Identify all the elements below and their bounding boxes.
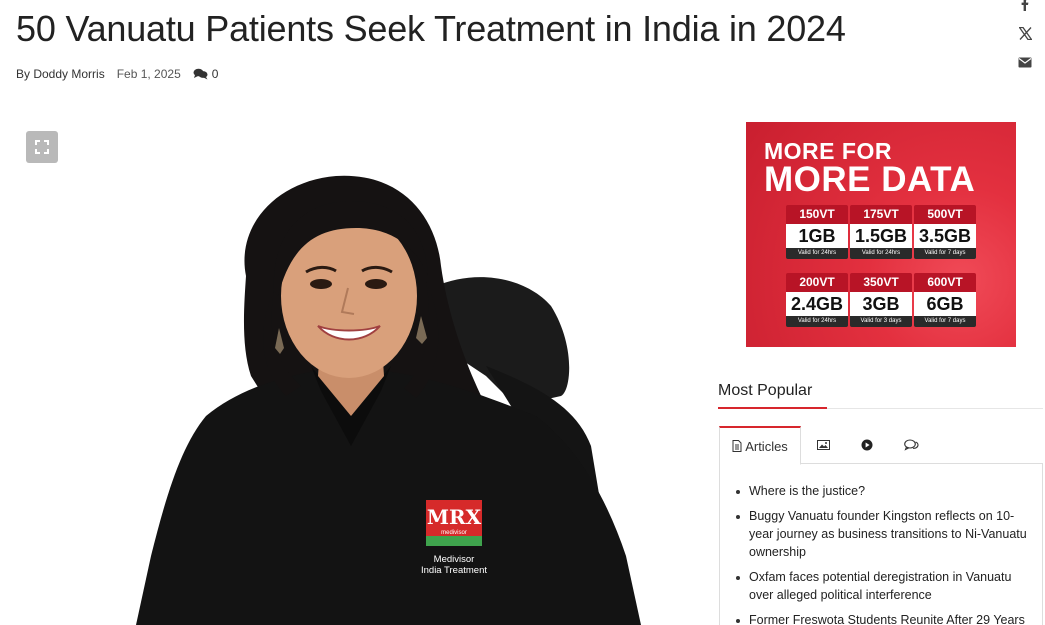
ad-plan-price: 350VT [850,273,912,292]
ad-plan: 500VT 3.5GB Valid for 7 days [914,205,976,264]
ad-plan-data: 2.4GB [786,292,848,316]
tab-videos[interactable] [845,426,889,464]
most-popular-list: Where is the justice? Buggy Vanuatu foun… [720,464,1042,625]
publish-date: Feb 1, 2025 [116,67,181,81]
tab-articles-label: Articles [745,438,788,454]
expand-icon [35,140,49,154]
play-icon [861,439,873,451]
document-icon [732,440,742,452]
heading-divider [718,407,1043,409]
most-popular-list-panel: Where is the justice? Buggy Vanuatu foun… [719,464,1043,625]
ad-plan: 600VT 6GB Valid for 7 days [914,273,976,332]
list-item[interactable]: Buggy Vanuatu founder Kingston reflects … [736,507,1028,561]
comments-link[interactable]: 0 [193,67,219,81]
most-popular-heading: Most Popular [718,382,813,399]
ad-plan-price: 150VT [786,205,848,224]
list-item[interactable]: Oxfam faces potential deregistration in … [736,568,1028,604]
comment-count: 0 [211,67,219,81]
ad-plan: 200VT 2.4GB Valid for 24hrs [786,273,848,332]
advertisement-banner[interactable]: MORE FOR MORE DATA 150VT 1GB Valid for 2… [746,122,1016,347]
tab-comments[interactable] [889,426,933,464]
ad-plan: 175VT 1.5GB Valid for 24hrs [850,205,912,264]
heading-accent-bar [718,407,827,409]
ad-plan-data: 3.5GB [914,224,976,248]
ad-plan-price: 200VT [786,273,848,292]
tab-articles[interactable]: Articles [719,426,801,465]
tab-photos[interactable] [801,426,845,464]
ad-plan-data: 6GB [914,292,976,316]
fullscreen-button[interactable] [26,131,58,163]
featured-photo: MRX medivisor [136,175,641,625]
logo-caption-line2: India Treatment [420,565,487,576]
author-byline[interactable]: By Doddy Morris [16,67,105,81]
list-item[interactable]: Where is the justice? [736,482,1028,500]
most-popular-tabs: Articles [719,426,1043,465]
ad-plan-validity: Valid for 24hrs [850,248,912,259]
ad-plan-validity: Valid for 24hrs [786,316,848,327]
ad-plan-price: 500VT [914,205,976,224]
ad-plan: 350VT 3GB Valid for 3 days [850,273,912,332]
ad-plan-data: 1.5GB [850,224,912,248]
email-icon[interactable] [1015,52,1035,72]
logo-mark: MRX [427,505,482,529]
x-icon[interactable] [1015,23,1035,43]
facebook-icon[interactable] [1015,0,1035,14]
ad-headline-bottom: MORE DATA [764,160,976,199]
article-meta: By Doddy Morris Feb 1, 2025 0 [16,67,218,81]
ad-plan-price: 600VT [914,273,976,292]
logo-caption-line1: Medivisor [433,554,475,565]
ad-plan-data: 3GB [850,292,912,316]
image-icon [816,440,830,450]
ad-plan-validity: Valid for 24hrs [786,248,848,259]
ad-plan-validity: Valid for 7 days [914,316,976,327]
comments-icon [903,439,919,451]
logo-sub: medivisor [441,530,467,536]
featured-image: MRX medivisor Medivisor India Treatment [16,116,686,625]
ad-plan-data: 1GB [786,224,848,248]
most-popular-widget: Most Popular [718,382,1043,409]
ad-plan-grid: 150VT 1GB Valid for 24hrs 175VT 1.5GB Va… [786,205,976,332]
ad-plan-validity: Valid for 3 days [850,316,912,327]
ad-plan-price: 175VT [850,205,912,224]
comments-icon [193,68,208,80]
ad-plan-validity: Valid for 7 days [914,248,976,259]
ad-plan: 150VT 1GB Valid for 24hrs [786,205,848,264]
article-title: 50 Vanuatu Patients Seek Treatment in In… [16,8,846,49]
list-item[interactable]: Former Freswota Students Reunite After 2… [736,611,1028,625]
logo-caption: Medivisor India Treatment [414,554,494,576]
share-bar [1013,0,1037,81]
